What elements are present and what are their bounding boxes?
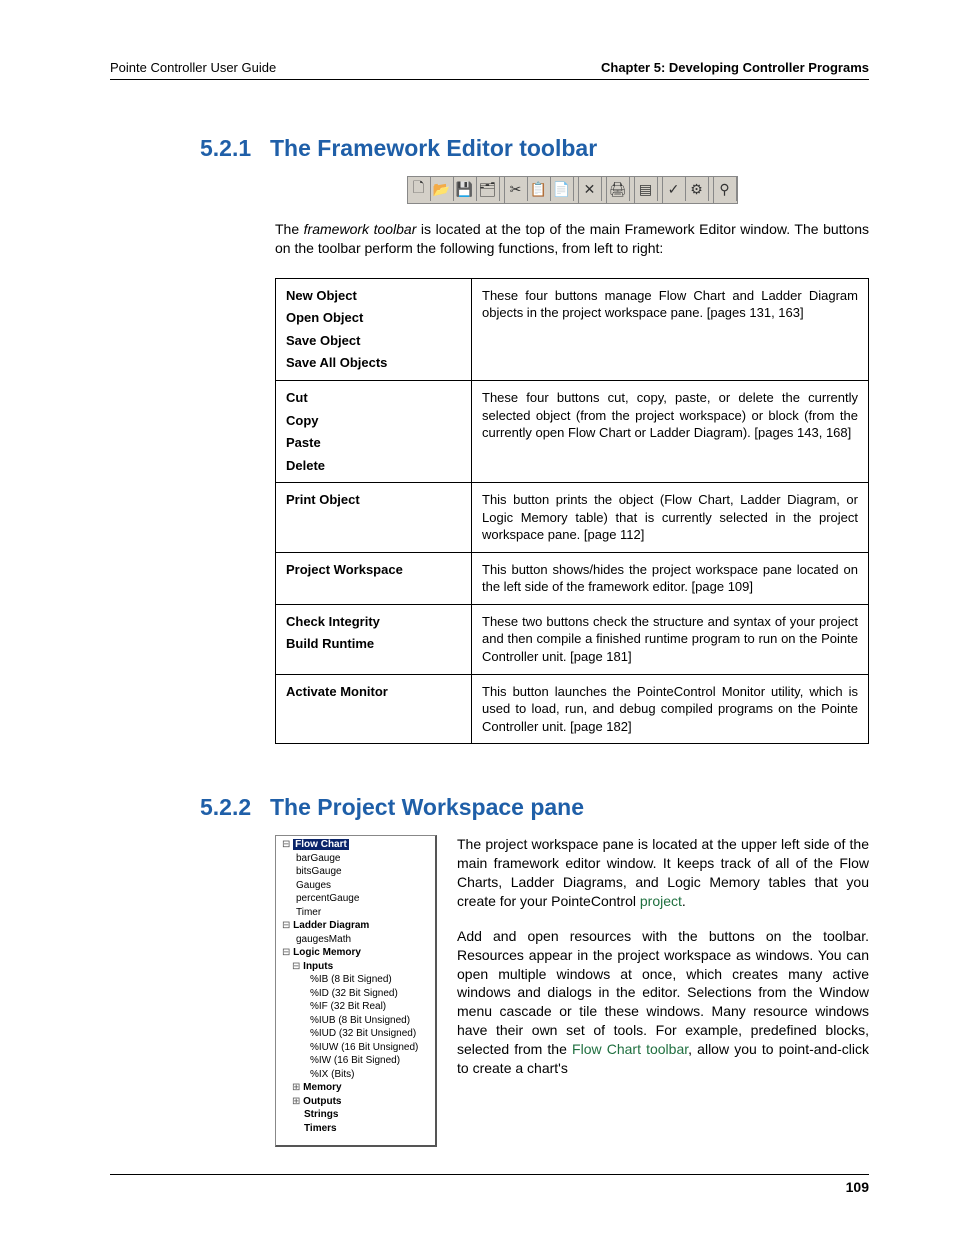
- cut-icon: ✂: [505, 177, 528, 201]
- section-522-num: 5.2.2: [200, 794, 270, 821]
- section-521-intro: The framework toolbar is located at the …: [275, 220, 869, 258]
- workspace-icon: ▤: [635, 177, 658, 201]
- page-number: 109: [846, 1179, 869, 1195]
- table-row: Print Object This button prints the obje…: [276, 483, 869, 553]
- table-row: Check Integrity Build Runtime These two …: [276, 604, 869, 674]
- print-icon: 🖨: [607, 177, 630, 201]
- project-workspace-tree-figure: Flow Chart barGauge bitsGauge Gauges per…: [275, 835, 437, 1147]
- section-521-num: 5.2.1: [200, 135, 270, 162]
- new-object-icon: 🗋: [408, 177, 431, 201]
- table-row: Cut Copy Paste Delete These four buttons…: [276, 380, 869, 482]
- table-row: Project Workspace This button shows/hide…: [276, 552, 869, 604]
- save-object-icon: 💾: [454, 177, 477, 201]
- header-right: Chapter 5: Developing Controller Program…: [601, 60, 869, 75]
- section-522-body: The project workspace pane is located at…: [457, 835, 869, 1147]
- monitor-icon: ⚲: [714, 177, 737, 201]
- delete-icon: ✕: [579, 177, 602, 201]
- open-object-icon: 📂: [431, 177, 454, 201]
- paste-icon: 📄: [551, 177, 574, 201]
- check-integrity-icon: ✓: [663, 177, 686, 201]
- save-all-icon: 🗂: [477, 177, 500, 201]
- project-link[interactable]: project: [640, 893, 682, 909]
- copy-icon: 📋: [528, 177, 551, 201]
- page-header: Pointe Controller User Guide Chapter 5: …: [110, 60, 869, 80]
- framework-toolbar-figure: 🗋 📂 💾 🗂 ✂ 📋 📄 ✕ 🖨 ▤ ✓ ⚙ ⚲: [275, 176, 869, 204]
- page-footer: 109: [110, 1174, 869, 1195]
- flow-chart-toolbar-link[interactable]: Flow Chart toolbar: [572, 1041, 688, 1057]
- table-row: New Object Open Object Save Object Save …: [276, 278, 869, 380]
- build-runtime-icon: ⚙: [686, 177, 709, 201]
- header-left: Pointe Controller User Guide: [110, 60, 276, 75]
- section-521-title: 5.2.1The Framework Editor toolbar: [200, 135, 869, 162]
- table-row: Activate Monitor This button launches th…: [276, 674, 869, 744]
- toolbar-function-table: New Object Open Object Save Object Save …: [275, 278, 869, 744]
- section-522-title: 5.2.2The Project Workspace pane: [200, 794, 869, 821]
